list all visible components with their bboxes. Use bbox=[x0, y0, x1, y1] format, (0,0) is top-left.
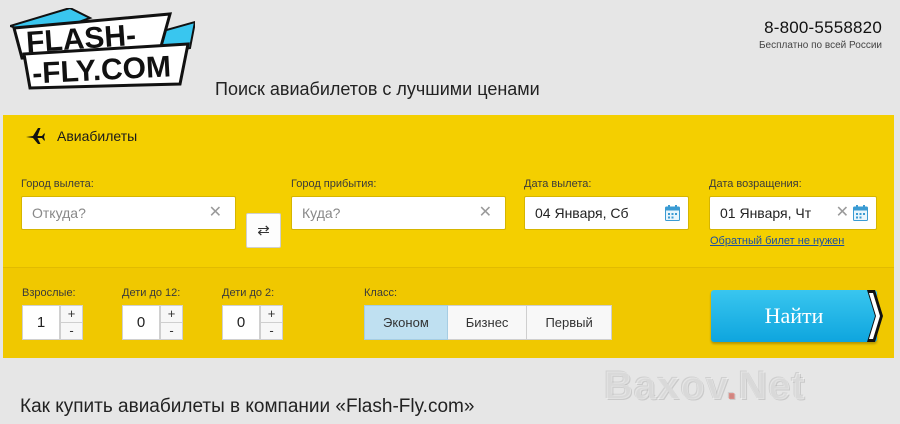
depart-calendar-icon[interactable] bbox=[665, 205, 680, 221]
depart-date-input[interactable] bbox=[525, 205, 688, 221]
return-calendar-icon[interactable] bbox=[853, 205, 868, 221]
clear-return-icon[interactable]: ✕ bbox=[836, 205, 849, 221]
depart-label: Дата вылета: bbox=[524, 178, 592, 190]
search-button[interactable]: Найти bbox=[711, 290, 883, 342]
adults-value[interactable]: 1 bbox=[22, 305, 60, 340]
site-header: FLASH- -FLY.COM 8-800-5558820 Бесплатно … bbox=[0, 0, 900, 115]
swap-cities-button[interactable]: ⇄ bbox=[246, 213, 281, 248]
flash-fly-logo[interactable]: FLASH- -FLY.COM bbox=[10, 8, 195, 90]
page-tagline: Поиск авиабилетов с лучшими ценами bbox=[215, 79, 540, 99]
phone-note: Бесплатно по всей России bbox=[758, 40, 882, 51]
return-date-field[interactable]: ✕ bbox=[709, 196, 877, 230]
children-minus-button[interactable]: - bbox=[160, 322, 183, 340]
adults-stepper: 1 + - bbox=[22, 305, 83, 340]
tab-flights[interactable]: Авиабилеты bbox=[25, 127, 137, 145]
class-business-button[interactable]: Бизнес bbox=[447, 305, 528, 340]
from-label: Город вылета: bbox=[21, 178, 94, 190]
oneway-link[interactable]: Обратный билет не нужен bbox=[710, 235, 844, 247]
class-economy-button[interactable]: Эконом bbox=[364, 305, 448, 340]
adults-label: Взрослые: bbox=[22, 287, 76, 299]
how-to-buy-heading: Как купить авиабилеты в компании «Flash-… bbox=[20, 396, 475, 417]
to-field: ✕ bbox=[291, 196, 506, 230]
plane-icon bbox=[26, 128, 45, 144]
to-label: Город прибытия: bbox=[291, 178, 377, 190]
clear-to-icon[interactable]: ✕ bbox=[479, 205, 492, 221]
children-value[interactable]: 0 bbox=[122, 305, 160, 340]
depart-date-field[interactable] bbox=[524, 196, 689, 230]
search-panel: Авиабилеты Город вылета: ✕ ⇄ Город прибы… bbox=[3, 115, 894, 358]
return-label: Дата возращения: bbox=[709, 178, 802, 190]
class-label: Класс: bbox=[364, 287, 397, 299]
phone-block: 8-800-5558820 Бесплатно по всей России bbox=[759, 18, 882, 51]
clear-from-icon[interactable]: ✕ bbox=[209, 205, 222, 221]
from-field: ✕ bbox=[21, 196, 236, 230]
arrow-tip-icon bbox=[867, 290, 883, 342]
infants-label: Дети до 2: bbox=[222, 287, 275, 299]
svg-text:-FLY.COM: -FLY.COM bbox=[31, 50, 171, 90]
search-button-label: Найти bbox=[764, 303, 824, 328]
to-input[interactable] bbox=[292, 205, 505, 221]
adults-plus-button[interactable]: + bbox=[60, 305, 83, 323]
return-date-input[interactable] bbox=[710, 205, 876, 221]
adults-minus-button[interactable]: - bbox=[60, 322, 83, 340]
tab-flights-label: Авиабилеты bbox=[57, 128, 138, 144]
watermark: Baxov.Net bbox=[604, 364, 806, 408]
from-input[interactable] bbox=[22, 205, 235, 221]
infants-plus-button[interactable]: + bbox=[260, 305, 283, 323]
class-selector: Эконом Бизнес Первый bbox=[364, 305, 612, 340]
phone-number[interactable]: 8-800-5558820 bbox=[759, 18, 882, 38]
children-label: Дети до 12: bbox=[122, 287, 181, 299]
infants-stepper: 0 + - bbox=[222, 305, 283, 340]
children-stepper: 0 + - bbox=[122, 305, 183, 340]
class-first-button[interactable]: Первый bbox=[527, 305, 612, 340]
children-plus-button[interactable]: + bbox=[160, 305, 183, 323]
infants-value[interactable]: 0 bbox=[222, 305, 260, 340]
infants-minus-button[interactable]: - bbox=[260, 322, 283, 340]
